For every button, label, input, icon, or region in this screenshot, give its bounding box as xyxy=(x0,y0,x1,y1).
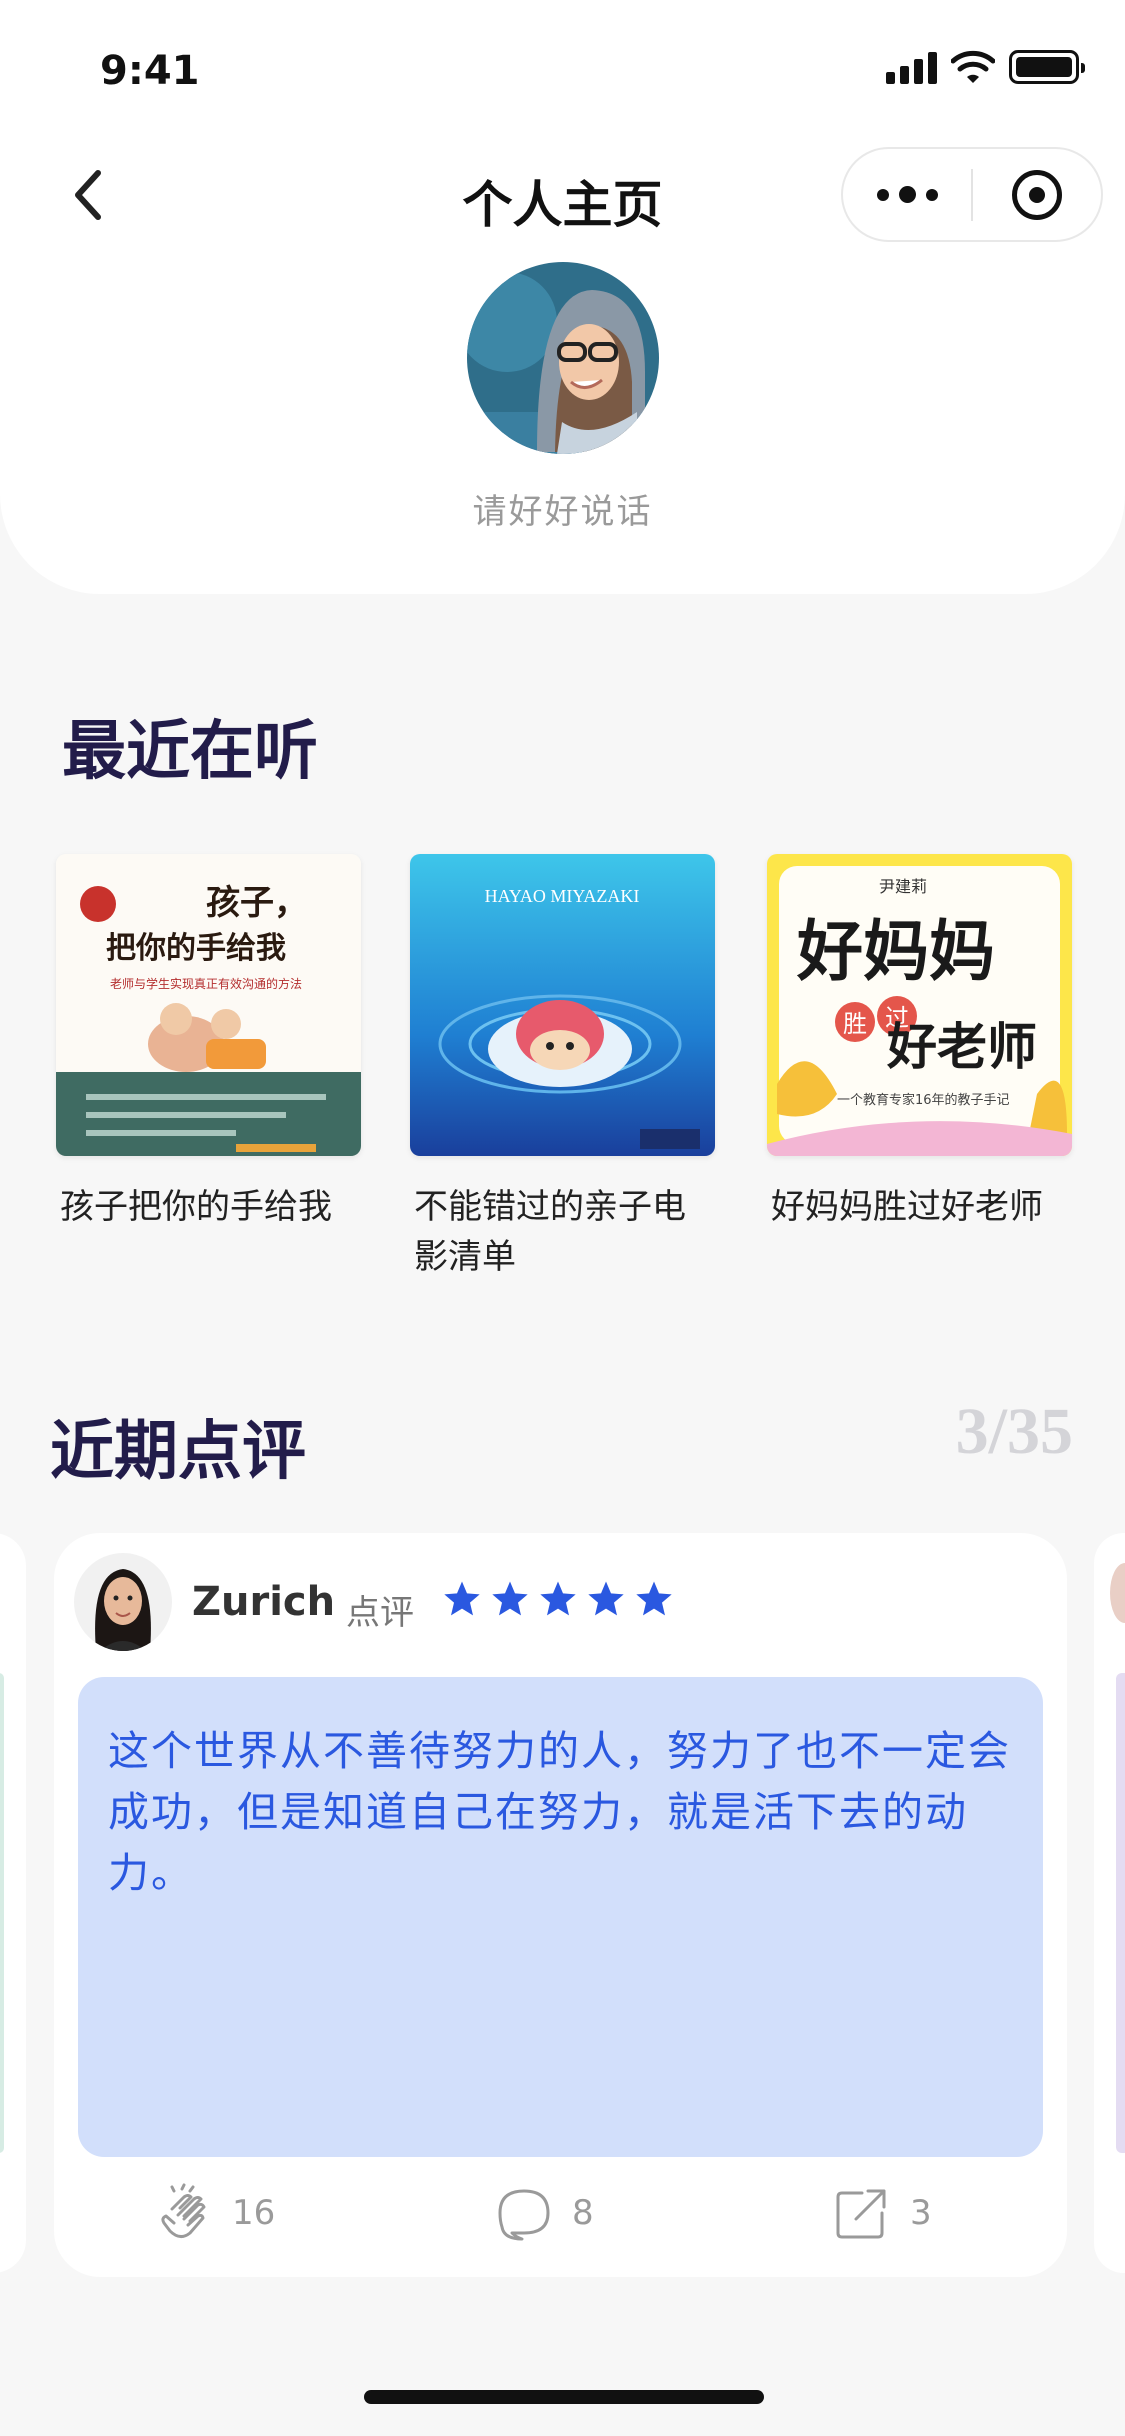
section-title-reviews: 近期点评 xyxy=(50,1414,306,1489)
star-icon xyxy=(492,1581,528,1616)
more-button[interactable] xyxy=(843,147,971,242)
cover-text: 一个教育专家16年的教子手记 xyxy=(837,1092,1010,1108)
close-miniprogram-button[interactable] xyxy=(973,147,1101,242)
review-tag: 点评 xyxy=(346,1593,414,1633)
share-button[interactable]: 3 xyxy=(832,2183,932,2243)
book-card[interactable]: 孩子， 把你的手给我 老师与学生实现真正有效沟通的方法 孩子把你的手给我 xyxy=(56,854,361,1232)
profile-bio: 请好好说话 xyxy=(472,492,653,532)
home-indicator[interactable] xyxy=(364,2390,764,2404)
cover-text: 把你的手给我 xyxy=(106,931,286,966)
share-icon xyxy=(836,2189,886,2239)
record-icon xyxy=(1011,169,1062,220)
profile-header: 9:41 个人主页 请好好说话 xyxy=(0,0,1125,594)
book-cover: 尹建莉 好妈妈 胜 过 好老师 一个教育专家16年的教子手记 xyxy=(767,854,1072,1156)
signal-icon xyxy=(886,50,937,84)
book-title: 孩子把你的手给我 xyxy=(60,1187,332,1227)
reviewer-avatar[interactable] xyxy=(74,1553,172,1651)
star-icon xyxy=(588,1581,624,1616)
comment-button[interactable]: 8 xyxy=(494,2183,594,2243)
book-cover: 孩子， 把你的手给我 老师与学生实现真正有效沟通的方法 xyxy=(56,854,361,1156)
avatar[interactable] xyxy=(467,262,659,454)
cover-text: 尹建莉 xyxy=(879,877,927,896)
star-icon xyxy=(444,1581,480,1616)
miniprogram-capsule xyxy=(841,147,1103,242)
cover-text: 胜 xyxy=(843,1010,867,1038)
star-icon xyxy=(540,1581,576,1616)
cover-text: 孩子， xyxy=(206,883,308,923)
clap-button[interactable]: 16 xyxy=(154,2183,275,2243)
review-quote: 这个世界从不善待努力的人，努力了也不一定会成功，但是知道自己在努力，就是活下去的… xyxy=(78,1677,1043,2157)
book-card[interactable]: 尹建莉 好妈妈 胜 过 好老师 一个教育专家16年的教子手记 好妈妈胜过好老师 xyxy=(767,854,1072,1232)
review-card[interactable]: Zurich 点评 这个世界从不善待努力的人，努力了也不一定会成功，但是知道自己… xyxy=(54,1533,1067,2277)
share-count: 3 xyxy=(910,2193,932,2233)
prev-review-card[interactable] xyxy=(0,1533,26,2273)
review-counter: 3/35 xyxy=(955,1395,1073,1468)
book-cover: HAYAO MIYAZAKI xyxy=(410,854,715,1156)
book-title: 不能错过的亲子电影清单 xyxy=(414,1187,686,1277)
reviewer-name[interactable]: Zurich xyxy=(192,1579,335,1625)
comment-icon xyxy=(498,2189,550,2241)
cover-text: 好老师 xyxy=(886,1017,1037,1076)
star-icon xyxy=(636,1581,672,1616)
battery-icon xyxy=(1009,50,1085,84)
clap-icon xyxy=(161,2183,206,2238)
clap-count: 16 xyxy=(232,2193,276,2233)
comment-count: 8 xyxy=(572,2193,594,2233)
review-text: 这个世界从不善待努力的人，努力了也不一定会成功，但是知道自己在努力，就是活下去的… xyxy=(108,1727,1011,1897)
book-card[interactable]: HAYAO MIYAZAKI 不能错过的亲子电影清单 xyxy=(410,854,715,1282)
cover-text: 老师与学生实现真正有效沟通的方法 xyxy=(110,976,302,991)
section-title-listening: 最近在听 xyxy=(62,714,318,789)
review-actions: 16 8 3 xyxy=(54,2183,1067,2263)
status-time: 9:41 xyxy=(100,48,200,94)
status-icons xyxy=(886,50,1085,84)
cover-text: 好妈妈 xyxy=(796,912,995,990)
next-review-card[interactable] xyxy=(1094,1533,1125,2273)
cover-text: HAYAO MIYAZAKI xyxy=(485,886,640,906)
book-title: 好妈妈胜过好老师 xyxy=(771,1187,1043,1227)
wifi-icon xyxy=(951,50,995,83)
star-rating xyxy=(442,1579,674,1619)
more-icon xyxy=(876,186,938,203)
